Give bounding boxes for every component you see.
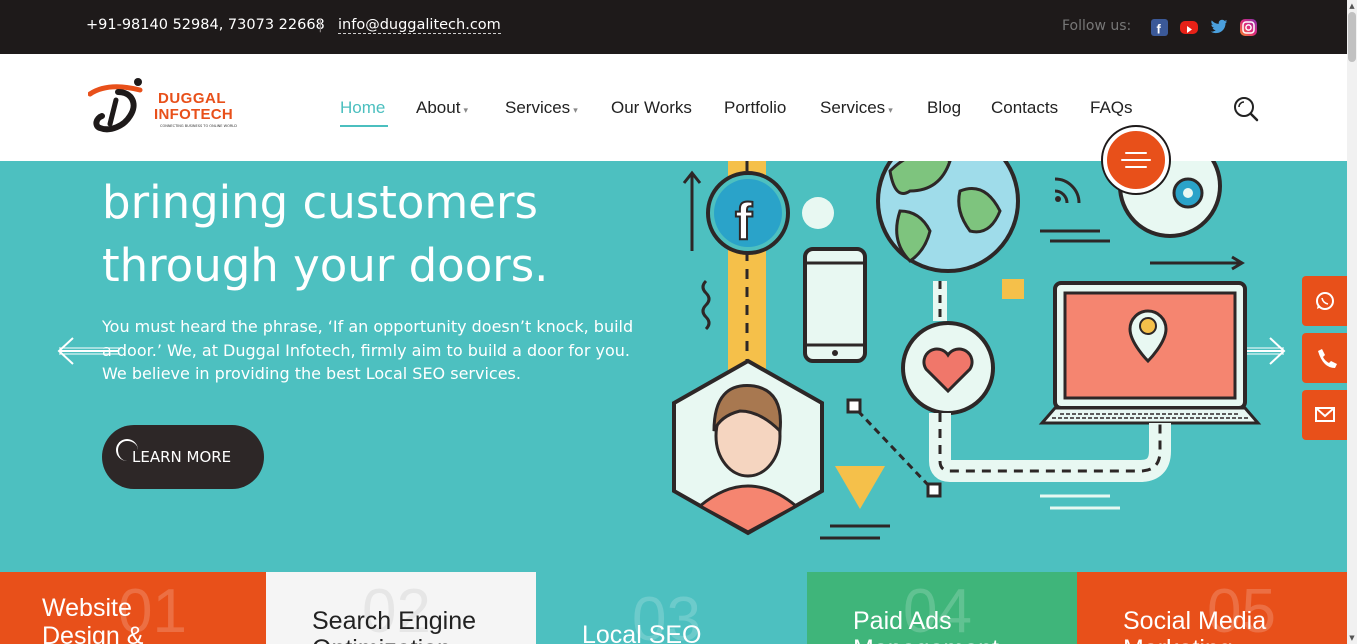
page-scrollbar[interactable]: ▲ ▼ xyxy=(1347,0,1357,644)
nav-blog-label: Blog xyxy=(927,98,962,117)
call-button[interactable] xyxy=(1302,333,1347,383)
instagram-icon[interactable] xyxy=(1240,19,1257,36)
logo-mark-icon xyxy=(88,78,143,133)
service-title-line2: Design & xyxy=(42,622,144,644)
nav-our-works-label: Our Works xyxy=(611,98,692,117)
nav-faqs-label: FAQs xyxy=(1090,98,1133,117)
service-title-line2: Optimization xyxy=(312,635,451,644)
hero-paragraph: You must heard the phrase, ‘If an opport… xyxy=(102,317,634,383)
hero-headline-line2: through your doors. xyxy=(102,239,549,292)
menu-toggle-button[interactable] xyxy=(1103,127,1169,193)
nav-home[interactable]: Home xyxy=(340,98,385,118)
service-title: Search Engine Optimization xyxy=(312,607,476,644)
whatsapp-button[interactable] xyxy=(1302,276,1347,326)
site-logo[interactable]: DUGGAL INFOTECH CONNECTING BUSINESS TO O… xyxy=(88,76,238,136)
menu-line xyxy=(1125,166,1147,168)
top-bar: +91-98140 52984, 73073 22668 | info@dugg… xyxy=(0,0,1347,54)
facebook-icon[interactable]: f xyxy=(1151,19,1168,37)
learn-more-label: LEARN MORE xyxy=(132,448,232,466)
logo-text-infotech: INFOTECH xyxy=(154,106,234,123)
mail-icon xyxy=(1315,407,1335,422)
scroll-up-arrow[interactable]: ▲ xyxy=(1348,2,1356,10)
active-nav-indicator xyxy=(340,125,388,127)
svg-text:f: f xyxy=(735,193,753,251)
nav-portfolio-label: Portfolio xyxy=(724,98,787,117)
service-title-line1: Local SEO xyxy=(582,621,702,644)
nav-services[interactable]: Services ▾ xyxy=(505,98,578,118)
nav-portfolio[interactable]: Portfolio xyxy=(724,98,786,118)
nav-about[interactable]: About ▾ xyxy=(416,98,468,118)
chevron-down-icon: ▾ xyxy=(573,105,578,115)
menu-line xyxy=(1121,159,1151,161)
hero-headline-line1: bringing customers xyxy=(102,176,538,229)
nav-contacts[interactable]: Contacts xyxy=(991,98,1058,118)
nav-blog[interactable]: Blog xyxy=(927,98,961,118)
svg-text:f: f xyxy=(1157,22,1162,37)
service-card-seo[interactable]: 02 Search Engine Optimization xyxy=(266,572,536,644)
nav-services-2[interactable]: Services ▾ xyxy=(820,98,893,118)
service-title-line1: Social Media xyxy=(1123,607,1267,635)
youtube-icon[interactable] xyxy=(1180,21,1198,34)
slider-prev-arrow-icon[interactable] xyxy=(55,336,121,366)
service-title-line1: Website xyxy=(42,594,132,622)
whatsapp-icon xyxy=(1316,292,1334,310)
service-title-line1: Paid Ads xyxy=(853,607,952,635)
follow-label: Follow us: xyxy=(1062,18,1132,34)
phone-numbers[interactable]: +91-98140 52984, 73073 22668 xyxy=(86,17,325,33)
phone-icon xyxy=(1318,349,1337,368)
email-button[interactable] xyxy=(1302,390,1347,440)
service-title-line2: Management xyxy=(853,635,999,644)
nav-services-2-label: Services xyxy=(820,98,886,117)
service-title: Paid Ads Management xyxy=(853,607,999,644)
service-card-paid-ads[interactable]: 04 Paid Ads Management xyxy=(807,572,1077,644)
hero-headline: bringing customers through your doors. xyxy=(102,171,548,297)
nav-our-works[interactable]: Our Works xyxy=(611,98,692,118)
spinner-icon xyxy=(116,439,138,461)
nav-home-label: Home xyxy=(340,98,386,117)
hero-illustration: f xyxy=(672,161,1262,540)
service-card-web-design[interactable]: 01 Website Design & xyxy=(0,572,266,644)
service-card-social-media[interactable]: 05 Social Media Marketing xyxy=(1077,572,1347,644)
email-link[interactable]: info@duggalitech.com xyxy=(338,17,501,34)
service-title: Local SEO xyxy=(582,621,702,644)
service-title-line1: Search Engine xyxy=(312,607,477,635)
service-card-local-seo[interactable]: 03 Local SEO xyxy=(536,572,807,644)
nav-about-label: About xyxy=(416,98,461,117)
nav-contacts-label: Contacts xyxy=(991,98,1059,117)
nav-faqs[interactable]: FAQs xyxy=(1090,98,1133,118)
logo-tagline: CONNECTING BUSINESS TO ONLINE WORLD xyxy=(160,124,237,128)
chevron-down-icon: ▾ xyxy=(888,105,893,115)
service-title: Social Media Marketing xyxy=(1123,607,1266,644)
menu-line xyxy=(1125,152,1147,154)
scrollbar-thumb[interactable] xyxy=(1348,12,1356,62)
service-title: Website Design & xyxy=(42,594,143,644)
hero-slider: bringing customers through your doors. Y… xyxy=(0,161,1347,572)
separator: | xyxy=(318,17,323,33)
learn-more-button[interactable]: LEARN MORE xyxy=(102,425,264,489)
nav-services-label: Services xyxy=(505,98,571,117)
chevron-down-icon: ▾ xyxy=(463,105,468,115)
scroll-down-arrow[interactable]: ▼ xyxy=(1348,634,1356,642)
logo-text-duggal: DUGGAL xyxy=(158,90,226,107)
search-icon[interactable] xyxy=(1233,96,1259,122)
twitter-icon[interactable] xyxy=(1210,19,1228,36)
service-title-line2: Marketing xyxy=(1123,635,1233,644)
